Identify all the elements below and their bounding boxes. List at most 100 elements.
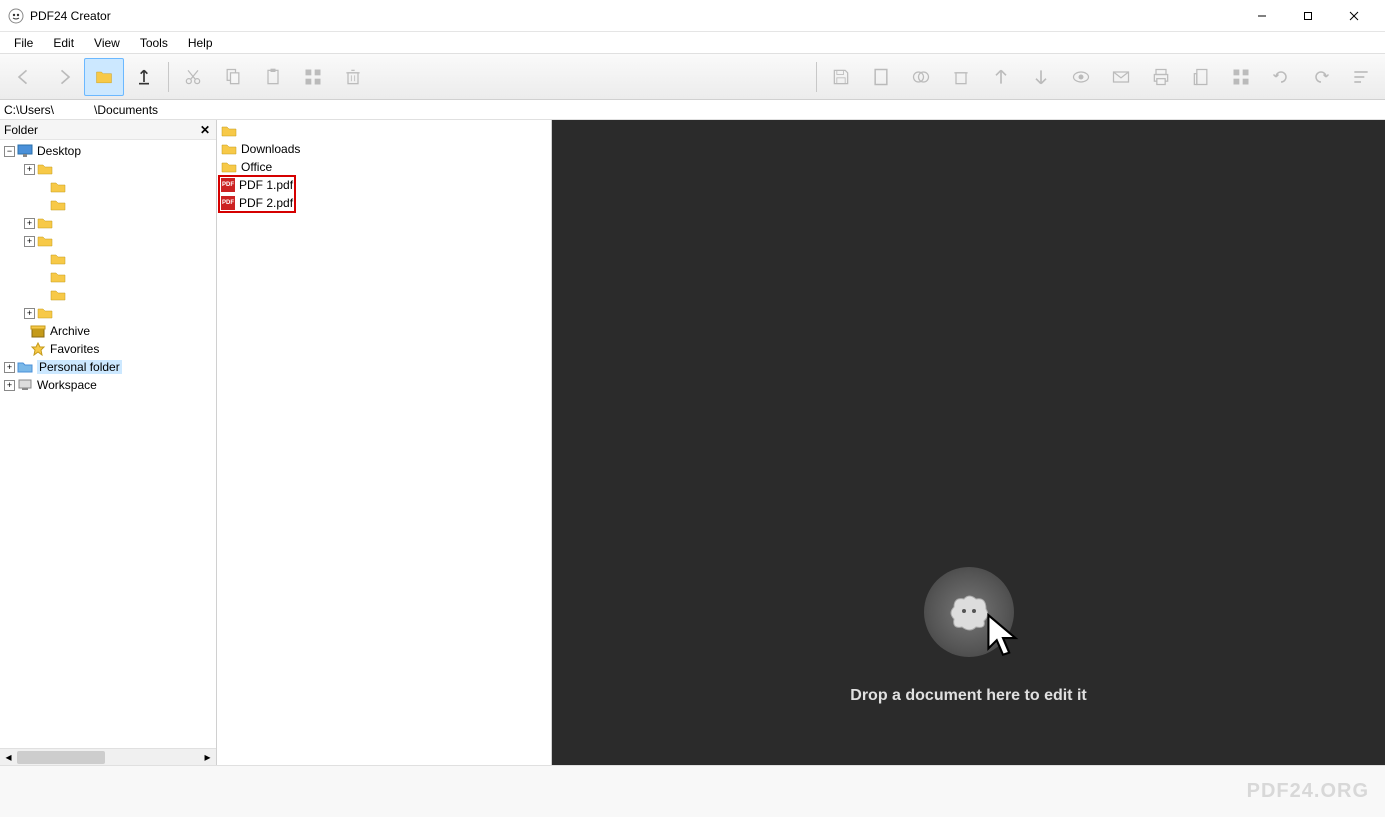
grid-button[interactable] [1221,58,1261,96]
menu-edit[interactable]: Edit [43,33,84,53]
sort-button[interactable] [1341,58,1381,96]
menu-file[interactable]: File [4,33,43,53]
tree-item-folder[interactable] [0,286,216,304]
tree-item-folder[interactable]: + [0,214,216,232]
select-all-button[interactable] [293,58,333,96]
personal-folder-icon [17,360,33,374]
drop-zone[interactable]: Drop a document here to edit it [552,120,1385,765]
pdf-icon: PDF [221,196,235,210]
minimize-button[interactable] [1239,0,1285,32]
rotate-right-button[interactable] [1301,58,1341,96]
nav-forward-button[interactable] [44,58,84,96]
tree-label: Favorites [50,342,99,356]
move-down-button[interactable] [1021,58,1061,96]
join-button[interactable] [901,58,941,96]
cut-button[interactable] [173,58,213,96]
computer-icon [17,378,33,392]
file-item-downloads[interactable]: Downloads [219,140,549,158]
paste-button[interactable] [253,58,293,96]
folder-icon [50,270,66,284]
scroll-thumb[interactable] [17,751,105,764]
open-folder-button[interactable] [84,58,124,96]
file-label: Downloads [241,142,300,156]
archive-icon [30,324,46,338]
folder-icon [37,234,53,248]
tree-label: Archive [50,324,90,338]
preview-button[interactable] [1061,58,1101,96]
file-item-pdf2[interactable]: PDF PDF 2.pdf [219,194,295,212]
up-folder-button[interactable] [124,58,164,96]
file-list-panel[interactable]: Downloads Office PDF PDF 1.pdf PDF PDF 2.p… [217,120,552,765]
file-item-pdf1[interactable]: PDF PDF 1.pdf [219,176,295,194]
file-item-office[interactable]: Office [219,158,549,176]
folder-icon [37,216,53,230]
drop-text: Drop a document here to edit it [850,687,1086,705]
scroll-left-icon[interactable]: ◂ [0,749,17,766]
file-item-folder[interactable] [219,122,549,140]
tree-header-label: Folder [4,123,198,137]
delete-button[interactable] [333,58,373,96]
tree-item-folder[interactable] [0,250,216,268]
folder-icon [50,252,66,266]
menu-bar: File Edit View Tools Help [0,32,1385,54]
tree-item-desktop[interactable]: − Desktop [0,142,216,160]
copy-button[interactable] [213,58,253,96]
save-button[interactable] [821,58,861,96]
menu-tools[interactable]: Tools [130,33,178,53]
cursor-icon [978,611,1028,661]
tree-item-personal[interactable]: +Personal folder [0,358,216,376]
menu-help[interactable]: Help [178,33,223,53]
path-bar: C:\Users\ \Documents [0,100,1385,120]
delete-doc-button[interactable] [941,58,981,96]
tree-item-folder[interactable]: + [0,304,216,322]
tree-item-folder[interactable]: + [0,160,216,178]
brand-text: PDF24.ORG [1247,780,1369,803]
menu-view[interactable]: View [84,33,130,53]
file-label: Office [241,160,272,174]
close-button[interactable] [1331,0,1377,32]
nav-back-button[interactable] [4,58,44,96]
tree-hscrollbar[interactable]: ◂ ▸ [0,748,216,765]
tree-item-archive[interactable]: Archive [0,322,216,340]
folder-icon [37,306,53,320]
tree-label: Desktop [37,144,81,158]
status-bar: PDF24.ORG [0,765,1385,817]
folder-icon [50,198,66,212]
path-left: C:\Users\ [4,103,54,117]
file-label: PDF 2.pdf [239,196,293,210]
folder-icon [221,142,237,156]
window-title: PDF24 Creator [30,9,111,23]
tree-item-folder[interactable] [0,268,216,286]
toolbar [0,54,1385,100]
tree-header: Folder ✕ [0,120,216,140]
maximize-button[interactable] [1285,0,1331,32]
tree-label: Workspace [37,378,97,392]
folder-icon [50,288,66,302]
tree-item-workspace[interactable]: +Workspace [0,376,216,394]
tree-item-folder[interactable] [0,178,216,196]
move-up-button[interactable] [981,58,1021,96]
email-button[interactable] [1101,58,1141,96]
file-label: PDF 1.pdf [239,178,293,192]
drop-logo [924,567,1014,657]
pdf-icon: PDF [221,178,235,192]
folder-icon [221,124,237,138]
tree-item-folder[interactable]: + [0,232,216,250]
title-bar: PDF24 Creator [0,0,1385,32]
scroll-right-icon[interactable]: ▸ [199,749,216,766]
path-right: \Documents [94,103,158,117]
fax-button[interactable] [1181,58,1221,96]
tree-label: Personal folder [37,360,122,374]
tree-close-button[interactable]: ✕ [198,123,212,137]
print-button[interactable] [1141,58,1181,96]
rotate-left-button[interactable] [1261,58,1301,96]
tree-item-favorites[interactable]: Favorites [0,340,216,358]
new-doc-button[interactable] [861,58,901,96]
folder-icon [50,180,66,194]
folder-icon [37,162,53,176]
tree-item-folder[interactable] [0,196,216,214]
folder-tree-panel: Folder ✕ − Desktop + + + + Archive Favor… [0,120,217,765]
tree-body[interactable]: − Desktop + + + + Archive Favorites +Per… [0,140,216,748]
app-icon [8,8,24,24]
star-icon [30,342,46,356]
